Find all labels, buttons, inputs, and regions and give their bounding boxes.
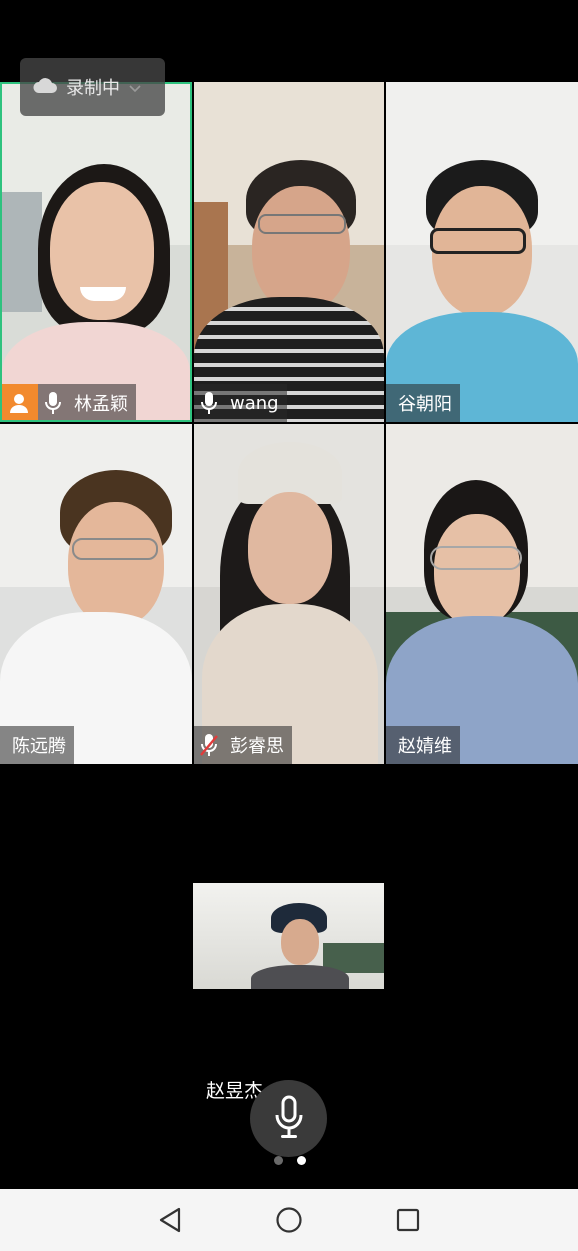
recording-label: 录制中 xyxy=(66,78,120,99)
name-tag: 林孟颖 xyxy=(0,384,136,422)
video-tile-6[interactable]: 赵婧维 xyxy=(386,424,578,764)
name-tag: 陈远腾 xyxy=(0,726,74,764)
system-navigation-bar xyxy=(0,1189,578,1251)
glasses-shape xyxy=(72,538,158,560)
name-tag: 赵婧维 xyxy=(386,726,460,764)
page-indicator xyxy=(274,1156,306,1165)
participant-face xyxy=(68,502,164,626)
recents-icon[interactable] xyxy=(388,1200,428,1240)
smile-shape xyxy=(80,287,126,301)
glasses-shape xyxy=(430,546,522,570)
name-tag: 谷朝阳 xyxy=(386,384,460,422)
participant-face xyxy=(248,492,332,604)
microphone-icon xyxy=(274,1095,304,1143)
home-icon[interactable] xyxy=(269,1200,309,1240)
recording-indicator[interactable]: 录制中 xyxy=(20,58,165,116)
muted-microphone-icon xyxy=(194,726,224,764)
microphone-icon xyxy=(194,384,224,422)
page-dot[interactable] xyxy=(274,1156,283,1165)
name-tag: wang xyxy=(194,384,287,422)
video-tile-2[interactable]: wang xyxy=(194,82,384,422)
video-tile-3[interactable]: 谷朝阳 xyxy=(386,82,578,422)
participant-face xyxy=(434,514,520,626)
participant-face xyxy=(281,919,319,965)
video-tile-5[interactable]: 彭睿思 xyxy=(194,424,384,764)
back-icon[interactable] xyxy=(150,1200,190,1240)
microphone-icon xyxy=(38,384,68,422)
participant-name: 谷朝阳 xyxy=(398,394,452,415)
participant-name: 彭睿思 xyxy=(230,736,284,757)
participant-shirt xyxy=(251,965,349,989)
self-video-preview[interactable] xyxy=(193,883,384,989)
cloud-icon xyxy=(32,76,58,98)
microphone-toggle-button[interactable] xyxy=(250,1080,327,1157)
name-tag: 彭睿思 xyxy=(194,726,292,764)
participant-name: wang xyxy=(230,392,279,414)
glasses-shape xyxy=(430,228,526,254)
participant-name: 陈远腾 xyxy=(12,736,66,757)
host-badge-icon xyxy=(0,384,38,422)
participant-face xyxy=(252,186,350,312)
video-tile-4[interactable]: 陈远腾 xyxy=(0,424,192,764)
page-dot-active[interactable] xyxy=(297,1156,306,1165)
participant-name: 赵婧维 xyxy=(398,736,452,757)
glasses-shape xyxy=(258,214,346,234)
video-tile-1[interactable]: 林孟颖 xyxy=(0,82,192,422)
chevron-down-icon xyxy=(128,78,142,97)
window-shape xyxy=(2,192,42,312)
participant-name: 林孟颖 xyxy=(74,394,128,415)
